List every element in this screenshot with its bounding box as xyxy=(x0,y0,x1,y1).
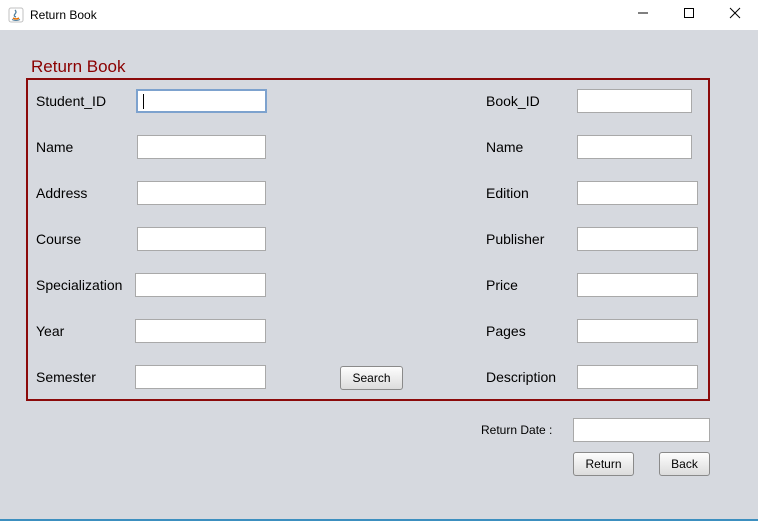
publisher-label: Publisher xyxy=(486,231,545,247)
panel-title: Return Book xyxy=(31,57,126,76)
address-label: Address xyxy=(36,185,88,201)
specialization-label: Specialization xyxy=(36,277,123,293)
description-label: Description xyxy=(486,369,557,385)
search-button[interactable]: Search xyxy=(340,366,403,390)
close-button[interactable] xyxy=(712,0,758,30)
student-name-label: Name xyxy=(36,139,74,155)
price-field[interactable] xyxy=(577,273,698,297)
title-bar: Return Book xyxy=(0,0,758,30)
return-date-label: Return Date : xyxy=(481,423,553,437)
specialization-field[interactable] xyxy=(135,273,266,297)
student-name-field[interactable] xyxy=(137,135,266,159)
edition-field[interactable] xyxy=(577,181,698,205)
return-date-field[interactable] xyxy=(573,418,710,442)
edition-label: Edition xyxy=(486,185,529,201)
book-name-field[interactable] xyxy=(577,135,692,159)
maximize-icon xyxy=(683,6,695,24)
minimize-icon xyxy=(637,6,649,24)
pages-field[interactable] xyxy=(577,319,698,343)
year-field[interactable] xyxy=(135,319,266,343)
semester-field[interactable] xyxy=(135,365,266,389)
semester-label: Semester xyxy=(36,369,96,385)
pages-label: Pages xyxy=(486,323,526,339)
address-field[interactable] xyxy=(137,181,266,205)
maximize-button[interactable] xyxy=(666,0,712,30)
book-name-label: Name xyxy=(486,139,524,155)
course-label: Course xyxy=(36,231,82,247)
student-id-label: Student_ID xyxy=(36,93,107,109)
course-field[interactable] xyxy=(137,227,266,251)
return-button[interactable]: Return xyxy=(573,452,634,476)
back-button[interactable]: Back xyxy=(659,452,710,476)
window-title: Return Book xyxy=(30,8,97,22)
year-label: Year xyxy=(36,323,65,339)
text-caret xyxy=(143,94,144,109)
price-label: Price xyxy=(486,277,518,293)
close-icon xyxy=(729,6,741,24)
java-app-icon xyxy=(8,7,24,23)
book-id-label: Book_ID xyxy=(486,93,540,109)
minimize-button[interactable] xyxy=(620,0,666,30)
book-id-field[interactable] xyxy=(577,89,692,113)
description-field[interactable] xyxy=(577,365,698,389)
publisher-field[interactable] xyxy=(577,227,698,251)
student-id-field[interactable] xyxy=(136,89,267,113)
